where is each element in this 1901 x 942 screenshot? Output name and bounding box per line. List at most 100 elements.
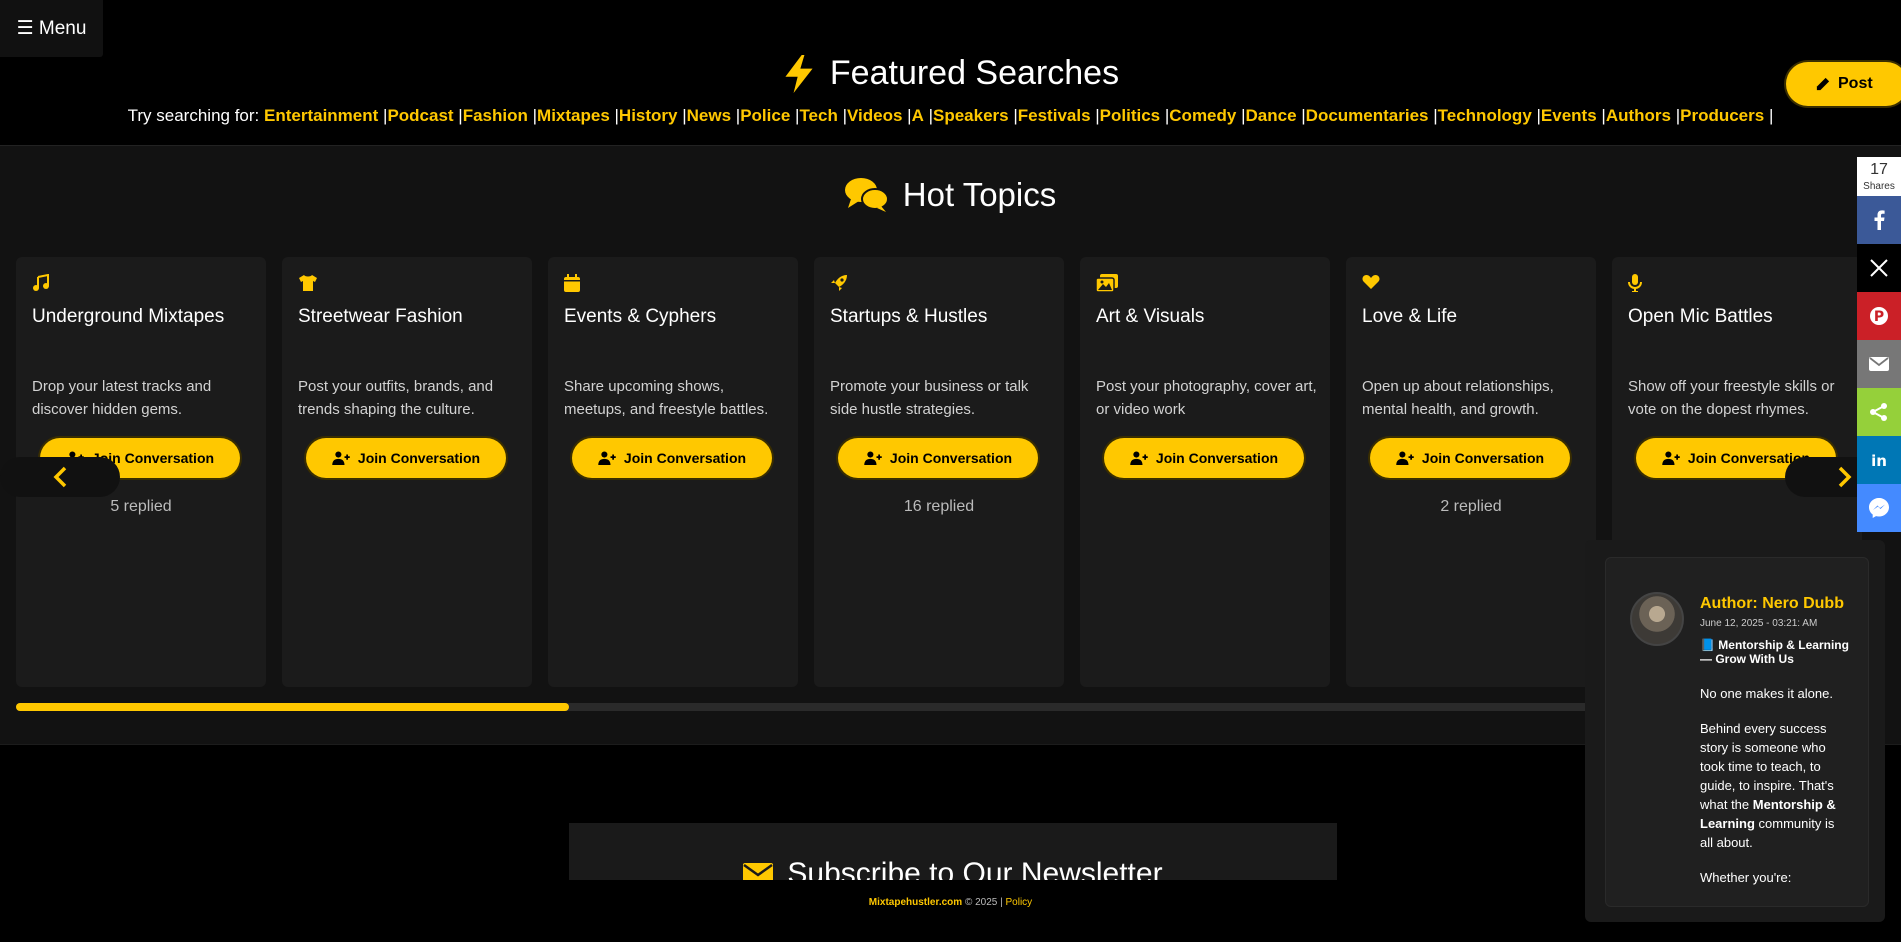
messenger-icon bbox=[1869, 498, 1889, 518]
featured-title: Featured Searches bbox=[0, 54, 1901, 93]
footer: Mixtapehustler.com © 2025 | Policy bbox=[0, 897, 1901, 908]
share-messenger-button[interactable] bbox=[1857, 484, 1901, 532]
carousel-prev-button[interactable] bbox=[0, 457, 120, 497]
search-link[interactable]: Events bbox=[1541, 106, 1597, 125]
author-name[interactable]: Author: Nero Dubb bbox=[1700, 595, 1844, 613]
search-link[interactable]: Entertainment bbox=[264, 106, 378, 125]
search-link[interactable]: Producers bbox=[1680, 106, 1764, 125]
svg-text:in: in bbox=[1871, 452, 1887, 469]
hot-topics-title: Hot Topics bbox=[0, 176, 1901, 214]
share-pinterest-button[interactable]: P bbox=[1857, 292, 1901, 340]
topic-card[interactable]: Love & Life Open up about relationships, … bbox=[1346, 257, 1596, 687]
footer-copyright: © 2025 | bbox=[964, 897, 1003, 908]
featured-searches: Featured Searches Try searching for: Ent… bbox=[0, 0, 1901, 145]
footer-policy-link[interactable]: Policy bbox=[1006, 897, 1033, 908]
topic-description: Show off your freestyle skills or vote o… bbox=[1628, 378, 1835, 418]
search-link[interactable]: Videos bbox=[847, 106, 902, 125]
try-searching-line: Try searching for: Entertainment |Podcas… bbox=[127, 106, 1774, 125]
author-popup: Author: Nero Dubb June 12, 2025 - 03:21:… bbox=[1585, 540, 1885, 922]
post-topic: 📘 Mentorship & Learning — Grow With Us bbox=[1700, 638, 1849, 666]
newsletter-section: Subscribe to Our Newsletter bbox=[569, 823, 1337, 880]
search-link[interactable]: Authors bbox=[1606, 106, 1671, 125]
search-link[interactable]: History bbox=[619, 106, 678, 125]
heart-icon bbox=[1362, 274, 1380, 292]
topic-card[interactable]: Streetwear Fashion Post your outfits, bra… bbox=[282, 257, 532, 687]
calendar-icon bbox=[564, 274, 582, 292]
post-excerpt: No one makes it alone. Behind every succ… bbox=[1700, 686, 1836, 885]
rocket-icon bbox=[830, 274, 848, 292]
search-link[interactable]: Tech bbox=[799, 106, 837, 125]
topic-title[interactable]: Streetwear Fashion bbox=[298, 306, 463, 328]
search-link[interactable]: Speakers bbox=[933, 106, 1009, 125]
search-link[interactable]: Politics bbox=[1100, 106, 1160, 125]
share-sharethis-button[interactable] bbox=[1857, 388, 1901, 436]
share-icon bbox=[1870, 403, 1887, 421]
user-plus-icon bbox=[864, 451, 882, 465]
music-icon bbox=[32, 273, 50, 292]
join-conversation-button[interactable]: Join Conversation bbox=[306, 438, 506, 478]
pencil-icon bbox=[1816, 77, 1830, 91]
user-plus-icon bbox=[1662, 451, 1680, 465]
join-conversation-button[interactable]: Join Conversation bbox=[1104, 438, 1304, 478]
chevron-right-icon bbox=[1838, 466, 1852, 488]
footer-brand-link[interactable]: Mixtapehustler.com bbox=[869, 897, 962, 908]
carousel-progress-fill bbox=[16, 703, 570, 711]
user-plus-icon bbox=[332, 451, 350, 465]
pinterest-icon: P bbox=[1870, 307, 1888, 325]
user-plus-icon bbox=[598, 451, 616, 465]
shirt-icon bbox=[298, 274, 317, 292]
search-link[interactable]: Fashion bbox=[463, 106, 528, 125]
topic-description: Drop your latest tracks and discover hid… bbox=[32, 378, 212, 418]
search-link[interactable]: Festivals bbox=[1018, 106, 1091, 125]
microphone-icon bbox=[1628, 274, 1646, 293]
share-linkedin-button[interactable]: in bbox=[1857, 436, 1901, 484]
user-plus-icon bbox=[1130, 451, 1148, 465]
topic-title[interactable]: Events & Cyphers bbox=[564, 306, 716, 328]
bolt-icon bbox=[785, 54, 813, 93]
search-link[interactable]: Dance bbox=[1246, 106, 1297, 125]
topic-title[interactable]: Art & Visuals bbox=[1096, 306, 1204, 328]
topic-title[interactable]: Startups & Hustles bbox=[830, 306, 987, 328]
topic-description: Post your photography, cover art, or vid… bbox=[1096, 378, 1317, 418]
topic-card[interactable]: Art & Visuals Post your photography, cove… bbox=[1080, 257, 1330, 687]
try-label: Try searching for: bbox=[127, 106, 260, 125]
topic-card[interactable]: Startups & Hustles Promote your business … bbox=[814, 257, 1064, 687]
topic-description: Open up about relationships, mental heal… bbox=[1362, 378, 1554, 418]
search-link[interactable]: Police bbox=[740, 106, 790, 125]
post-date: June 12, 2025 - 03:21: AM bbox=[1700, 618, 1818, 629]
search-link[interactable]: Technology bbox=[1438, 106, 1532, 125]
post-button[interactable]: Post bbox=[1786, 62, 1901, 106]
images-icon bbox=[1095, 274, 1118, 293]
join-conversation-button[interactable]: Join Conversation bbox=[572, 438, 772, 478]
user-plus-icon bbox=[1396, 451, 1414, 465]
replied-count: 5 replied bbox=[110, 498, 172, 515]
replied-count: 2 replied bbox=[1440, 498, 1502, 515]
email-icon bbox=[1869, 357, 1889, 371]
topic-card[interactable]: Events & Cyphers Share upcoming shows, me… bbox=[548, 257, 798, 687]
avatar[interactable] bbox=[1630, 592, 1684, 646]
search-link[interactable]: News bbox=[687, 106, 731, 125]
topic-description: Share upcoming shows, meetups, and frees… bbox=[564, 378, 769, 418]
join-conversation-button[interactable]: Join Conversation bbox=[1370, 438, 1570, 478]
chevron-left-icon bbox=[53, 466, 67, 488]
search-link[interactable]: Mixtapes bbox=[537, 106, 610, 125]
facebook-icon bbox=[1874, 210, 1885, 230]
topic-title[interactable]: Open Mic Battles bbox=[1628, 306, 1773, 328]
envelope-icon bbox=[743, 863, 774, 880]
comments-icon bbox=[844, 178, 889, 212]
replied-count: 16 replied bbox=[903, 498, 975, 515]
search-link[interactable]: Comedy bbox=[1169, 106, 1236, 125]
x-icon bbox=[1870, 259, 1888, 277]
join-conversation-button[interactable]: Join Conversation bbox=[838, 438, 1038, 478]
share-facebook-button[interactable] bbox=[1857, 196, 1901, 244]
topic-title[interactable]: Underground Mixtapes bbox=[32, 306, 224, 328]
share-email-button[interactable] bbox=[1857, 340, 1901, 388]
svg-text:P: P bbox=[1874, 309, 1884, 325]
topic-description: Post your outfits, brands, and trends sh… bbox=[298, 378, 494, 418]
topic-title[interactable]: Love & Life bbox=[1362, 306, 1457, 328]
search-link[interactable]: A bbox=[912, 106, 924, 125]
share-x-button[interactable] bbox=[1857, 244, 1901, 292]
search-link[interactable]: Podcast bbox=[387, 106, 453, 125]
author-card: Author: Nero Dubb June 12, 2025 - 03:21:… bbox=[1605, 557, 1869, 907]
search-link[interactable]: Documentaries bbox=[1306, 106, 1429, 125]
